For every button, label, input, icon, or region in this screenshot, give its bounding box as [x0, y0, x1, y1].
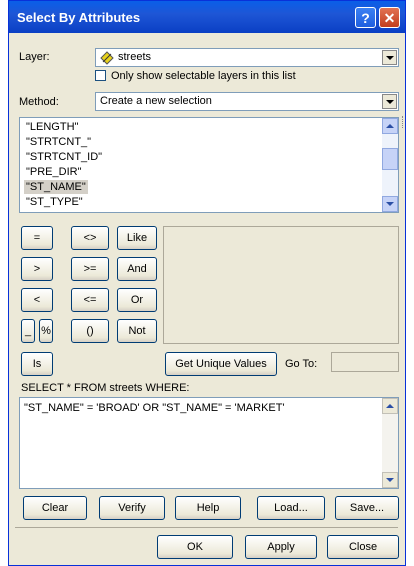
sql-expression-text: "ST_NAME" = 'BROAD' OR "ST_NAME" = 'MARK…	[24, 402, 285, 414]
scroll-up-icon[interactable]	[382, 398, 398, 414]
close-icon: ✕	[383, 10, 396, 26]
help-title-button[interactable]: ?	[355, 7, 376, 28]
not-button[interactable]: Not	[117, 319, 157, 343]
question-mark-icon: ?	[361, 10, 370, 26]
greater-than-button[interactable]: >	[21, 257, 53, 281]
only-selectable-checkbox[interactable]	[95, 70, 106, 81]
equals-button[interactable]: =	[21, 226, 53, 250]
help-button[interactable]: Help	[175, 496, 241, 520]
parentheses-button[interactable]: ()	[71, 319, 109, 343]
clear-button[interactable]: Clear	[23, 496, 87, 520]
method-value: Create a new selection	[100, 95, 212, 107]
list-item[interactable]: "STRTCNT_ID"	[24, 150, 104, 164]
goto-input[interactable]	[331, 352, 399, 372]
scroll-down-icon[interactable]	[382, 472, 398, 488]
chevron-down-icon[interactable]	[382, 50, 397, 65]
greater-equal-button[interactable]: >=	[71, 257, 109, 281]
layer-combobox[interactable]: streets	[95, 48, 399, 67]
layer-value: streets	[118, 51, 152, 63]
fields-listbox[interactable]: "LENGTH" "STRTCNT_" "STRTCNT_ID" "PRE_DI…	[19, 117, 399, 213]
list-item-selected[interactable]: "ST_NAME"	[24, 180, 88, 194]
select-by-attributes-dialog: Select By Attributes ? ✕ Layer: streets …	[8, 0, 406, 566]
window-title: Select By Attributes	[17, 10, 141, 25]
list-item[interactable]: "PRE_DIR"	[24, 165, 84, 179]
verify-button[interactable]: Verify	[99, 496, 165, 520]
like-button[interactable]: Like	[117, 226, 157, 250]
divider	[15, 527, 398, 528]
method-label: Method:	[19, 96, 59, 108]
list-item[interactable]: "LENGTH"	[24, 120, 80, 134]
ok-button[interactable]: OK	[157, 535, 233, 559]
is-button[interactable]: Is	[21, 352, 53, 376]
not-equal-button[interactable]: <>	[71, 226, 109, 250]
unique-values-list[interactable]	[163, 226, 399, 344]
scroll-up-icon[interactable]	[382, 118, 398, 134]
sql-expression-textarea[interactable]: "ST_NAME" = 'BROAD' OR "ST_NAME" = 'MARK…	[19, 397, 399, 489]
percent-wildcard-button[interactable]: %	[39, 319, 53, 343]
layer-diamond-icon	[100, 51, 114, 65]
resize-gripper-icon[interactable]	[402, 116, 407, 128]
vertical-scrollbar[interactable]	[382, 118, 398, 212]
close-title-button[interactable]: ✕	[379, 7, 400, 28]
save-button[interactable]: Save...	[335, 496, 399, 520]
scroll-thumb[interactable]	[382, 148, 398, 170]
scroll-down-icon[interactable]	[382, 196, 398, 212]
close-button[interactable]: Close	[327, 535, 399, 559]
layer-label: Layer:	[19, 51, 50, 63]
less-equal-button[interactable]: <=	[71, 288, 109, 312]
sql-where-label: SELECT * FROM streets WHERE:	[21, 382, 190, 394]
title-bar[interactable]: Select By Attributes ? ✕	[9, 1, 405, 33]
list-item[interactable]: "STRTCNT_"	[24, 135, 93, 149]
goto-label: Go To:	[285, 358, 318, 370]
load-button[interactable]: Load...	[257, 496, 325, 520]
method-combobox[interactable]: Create a new selection	[95, 92, 399, 111]
apply-button[interactable]: Apply	[245, 535, 317, 559]
vertical-scrollbar[interactable]	[382, 398, 398, 488]
only-selectable-label: Only show selectable layers in this list	[111, 70, 296, 82]
less-than-button[interactable]: <	[21, 288, 53, 312]
chevron-down-icon[interactable]	[382, 94, 397, 109]
underscore-wildcard-button[interactable]: _	[21, 319, 35, 343]
or-button[interactable]: Or	[117, 288, 157, 312]
list-item[interactable]: "ST_TYPE"	[24, 195, 85, 209]
get-unique-values-button[interactable]: Get Unique Values	[165, 352, 277, 376]
and-button[interactable]: And	[117, 257, 157, 281]
